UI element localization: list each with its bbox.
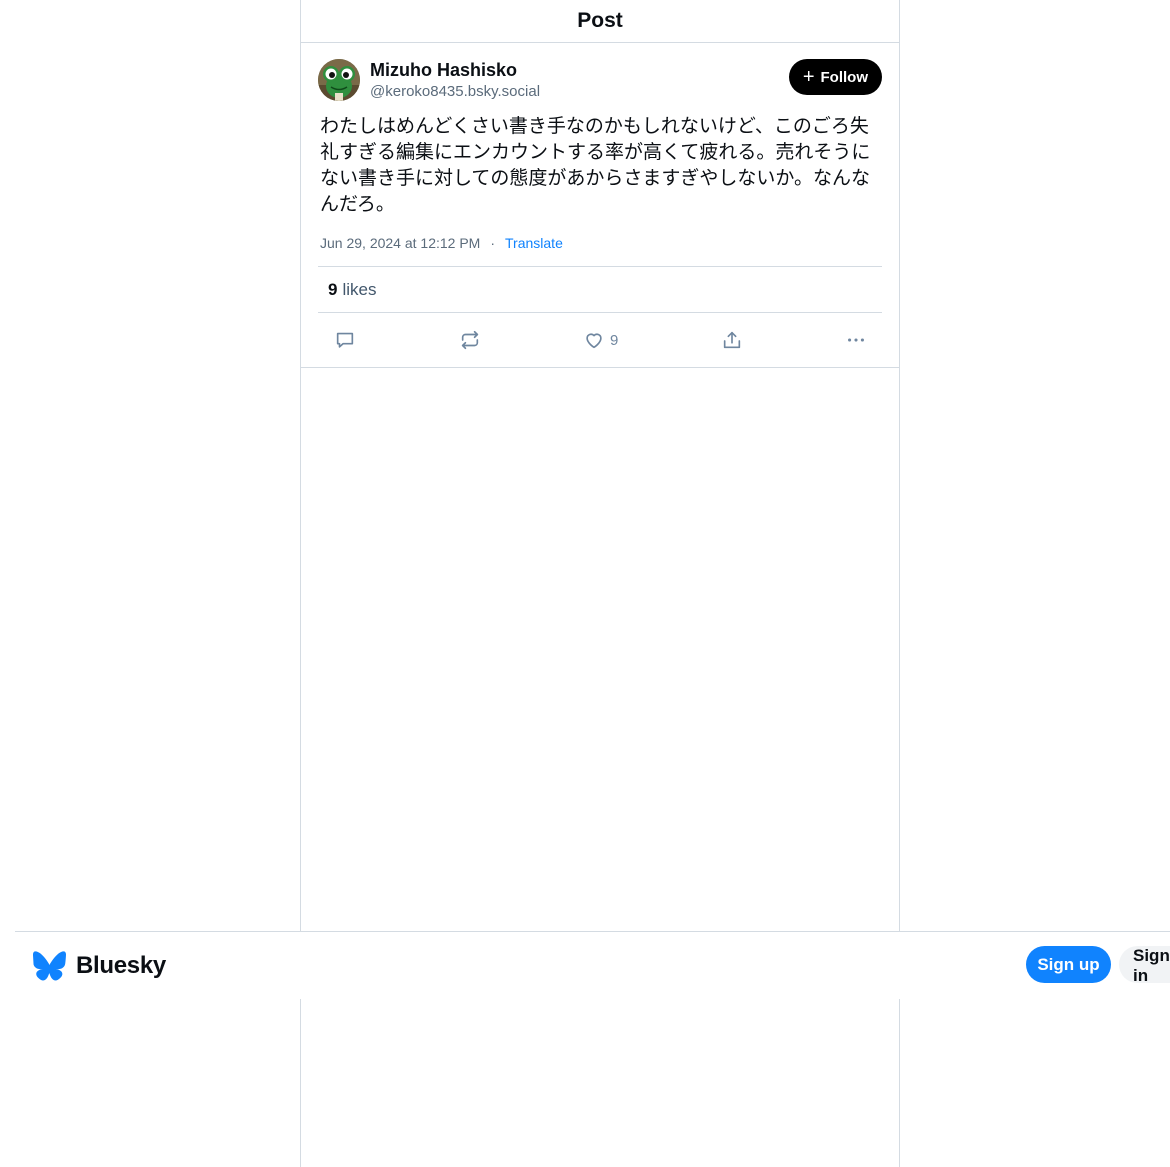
avatar[interactable] xyxy=(318,59,360,101)
bluesky-logo[interactable]: Bluesky xyxy=(33,950,166,981)
butterfly-icon xyxy=(33,950,66,981)
heart-icon xyxy=(586,333,602,349)
post-text: わたしはめんどくさい書き手なのかもしれないけど、このごろ失礼すぎる編集にエンカウ… xyxy=(320,115,871,215)
likes-count: 9 xyxy=(328,279,338,299)
more-icon xyxy=(848,338,864,342)
frog-avatar-icon xyxy=(318,59,360,101)
author-handle[interactable]: @keroko8435.bsky.social xyxy=(370,81,789,103)
post-meta: Jun 29, 2024 at 12:12 PM · Translate xyxy=(318,235,882,251)
like-button[interactable]: 9 xyxy=(583,329,618,351)
page-header: Post xyxy=(301,0,899,43)
follow-label: Follow xyxy=(820,68,869,86)
post-actions: 9 xyxy=(318,313,882,367)
likes-label: likes xyxy=(342,279,377,299)
post-timestamp[interactable]: Jun 29, 2024 at 12:12 PM xyxy=(320,235,480,251)
meta-separator: · xyxy=(490,235,496,251)
signup-footer-bar: Bluesky Sign up Sign in xyxy=(15,931,1170,999)
author-meta: Mizuho Hashisko @keroko8435.bsky.social xyxy=(370,59,789,103)
more-options-button[interactable] xyxy=(845,329,867,351)
brand-name: Bluesky xyxy=(76,951,166,979)
repost-icon xyxy=(461,330,479,350)
repost-button[interactable] xyxy=(459,329,481,351)
share-icon xyxy=(723,331,741,349)
page-title: Post xyxy=(577,9,623,32)
author-display-name[interactable]: Mizuho Hashisko xyxy=(370,59,789,81)
reply-button[interactable] xyxy=(334,329,356,351)
sign-up-button[interactable]: Sign up xyxy=(1026,946,1111,983)
share-button[interactable] xyxy=(721,329,743,351)
reply-icon xyxy=(336,332,354,348)
author-row: Mizuho Hashisko @keroko8435.bsky.social … xyxy=(318,59,882,103)
translate-link[interactable]: Translate xyxy=(505,235,563,251)
post-thread-item: Mizuho Hashisko @keroko8435.bsky.social … xyxy=(301,43,899,368)
likes-summary[interactable]: 9 likes xyxy=(318,266,882,313)
sign-in-button[interactable]: Sign in xyxy=(1119,946,1170,983)
plus-icon: + xyxy=(802,66,815,88)
follow-button[interactable]: + Follow xyxy=(788,59,882,95)
like-count: 9 xyxy=(610,331,619,349)
